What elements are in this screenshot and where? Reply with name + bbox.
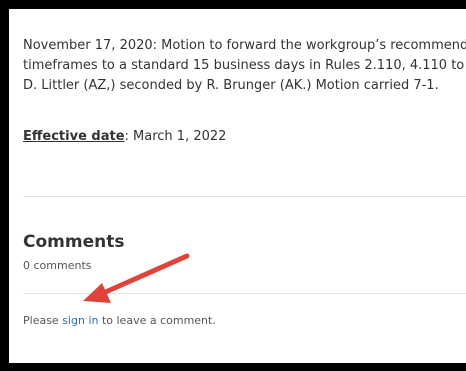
comments-heading: Comments: [23, 232, 125, 252]
signin-prompt-after: to leave a comment.: [98, 314, 216, 327]
arrow-shaft: [98, 253, 190, 297]
comments-divider: [23, 293, 466, 294]
article-line: November 17, 2020: Motion to forward the…: [23, 38, 466, 53]
page-frame: November 17, 2020: Motion to forward the…: [9, 9, 466, 363]
sign-in-link[interactable]: sign in: [62, 314, 98, 327]
effective-date-value: March 1, 2022: [133, 129, 227, 144]
effective-date-label: Effective date: [23, 129, 125, 144]
article-body: November 17, 2020: Motion to forward the…: [23, 36, 466, 96]
signin-prompt-before: Please: [23, 314, 63, 327]
section-divider: [23, 196, 466, 197]
effective-date-colon: :: [124, 129, 134, 144]
signin-prompt: Please sign in to leave a comment.: [23, 314, 216, 327]
article-line: timeframes to a standard 15 business day…: [23, 58, 466, 73]
article-line: D. Littler (AZ,) seconded by R. Brunger …: [23, 78, 439, 93]
comments-count: 0 comments: [23, 259, 92, 272]
effective-date: Effective date: March 1, 2022: [23, 129, 226, 144]
